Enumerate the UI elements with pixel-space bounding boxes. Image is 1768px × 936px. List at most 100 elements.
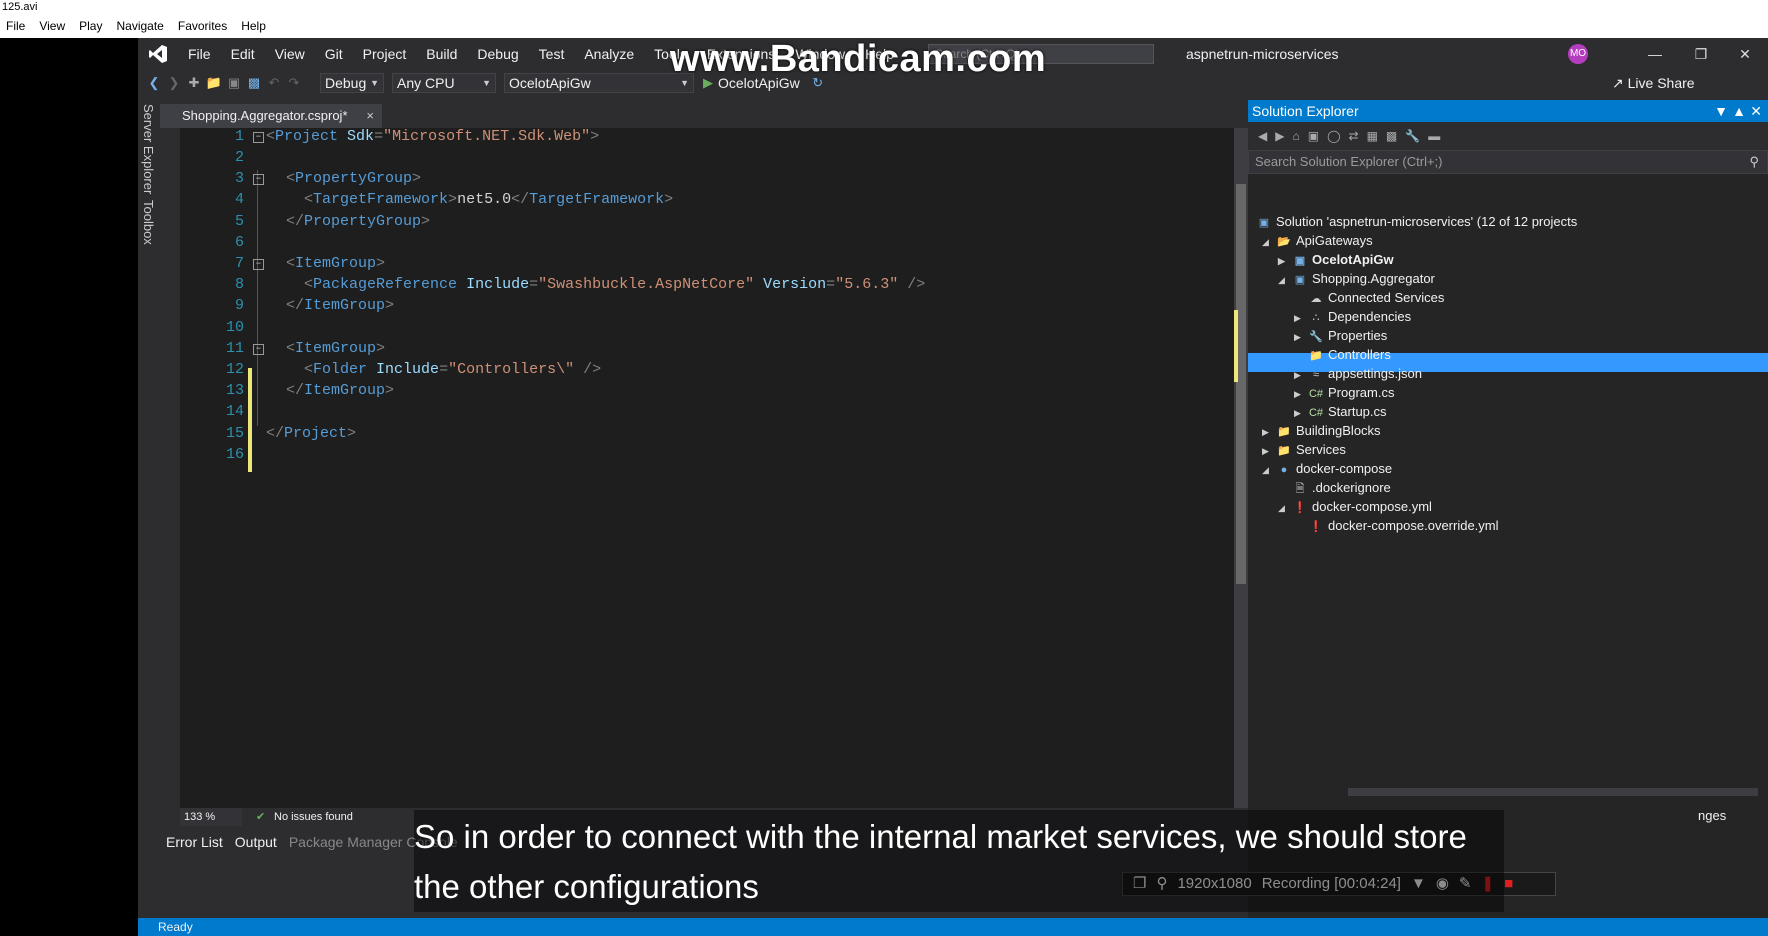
menu-edit[interactable]: Edit	[221, 46, 265, 62]
tree-node-dockerignore[interactable]: 🗎 .dockerignore	[1292, 478, 1391, 497]
tree-node-shopping-aggregator[interactable]: ◢ ▣ Shopping.Aggregator	[1278, 269, 1435, 288]
issues-indicator[interactable]: No issues found	[274, 808, 353, 826]
tree-node-label: BuildingBlocks	[1296, 423, 1381, 438]
editor-scrollbar[interactable]	[1234, 128, 1248, 808]
startup-project-select[interactable]: OcelotApiGw ▼	[504, 73, 694, 93]
solution-explorer-search-input[interactable]: Search Solution Explorer (Ctrl+;) ⚲	[1248, 150, 1768, 174]
tree-node-program-cs[interactable]: ▶ C# Program.cs	[1294, 383, 1394, 402]
code-line: <Project Sdk="Microsoft.NET.Sdk.Web">	[266, 128, 600, 145]
menu-analyze[interactable]: Analyze	[574, 46, 644, 62]
redo-icon[interactable]: ↷	[284, 75, 304, 91]
tree-node-startup-cs[interactable]: ▶ C# Startup.cs	[1294, 402, 1387, 421]
properties-icon[interactable]: 🔧	[1405, 129, 1420, 143]
back-icon[interactable]: ◀	[1258, 129, 1267, 143]
player-menu-view[interactable]: View	[33, 19, 73, 33]
home-icon[interactable]: ⌂	[1292, 129, 1299, 143]
output-tab[interactable]: Output	[229, 830, 283, 854]
preview-icon[interactable]: ▬	[1428, 129, 1440, 143]
close-tab-icon[interactable]: ×	[366, 104, 374, 128]
line-number: 5	[234, 213, 244, 230]
server-explorer-tab[interactable]: Server Explorer	[141, 104, 156, 194]
configuration-select[interactable]: Debug ▼	[320, 73, 384, 93]
menu-build[interactable]: Build	[416, 46, 467, 62]
player-menu-navigate[interactable]: Navigate	[110, 19, 171, 33]
player-menu-favorites[interactable]: Favorites	[172, 19, 235, 33]
auto-hide-icon[interactable]: ▲	[1732, 100, 1746, 122]
show-all-files-icon[interactable]: ▩	[1386, 129, 1397, 143]
expanded-arrow-icon[interactable]: ◢	[1278, 499, 1292, 518]
open-folder-icon[interactable]: 📁	[204, 75, 224, 91]
user-avatar[interactable]: MO	[1568, 44, 1588, 64]
fold-guide	[257, 170, 258, 426]
tree-node-buildingblocks[interactable]: ▶ 📁 BuildingBlocks	[1262, 421, 1381, 440]
player-menu-play[interactable]: Play	[73, 19, 110, 33]
menu-project[interactable]: Project	[353, 46, 417, 62]
horizontal-scrollbar[interactable]	[1348, 788, 1758, 796]
tree-node-label: Services	[1296, 442, 1346, 457]
forward-icon[interactable]: ❯	[164, 75, 184, 91]
partial-tab-label[interactable]: nges	[1698, 808, 1726, 823]
error-list-tab[interactable]: Error List	[160, 830, 229, 854]
web-project-icon: ▣	[1294, 274, 1306, 286]
collapsed-arrow-icon[interactable]: ▶	[1294, 328, 1308, 347]
minimize-button[interactable]: —	[1632, 38, 1678, 70]
fold-toggle[interactable]: −	[253, 174, 264, 185]
back-icon[interactable]: ❮	[144, 75, 164, 91]
menu-test[interactable]: Test	[529, 46, 575, 62]
line-number: 2	[234, 149, 244, 166]
fold-toggle[interactable]: −	[253, 132, 264, 143]
player-menu-bar: File View Play Navigate Favorites Help	[0, 14, 1768, 38]
toolbox-tab[interactable]: Toolbox	[141, 200, 156, 245]
sync-icon[interactable]: ⇄	[1349, 129, 1359, 143]
menu-view[interactable]: View	[265, 46, 315, 62]
restore-button[interactable]: ❐	[1678, 38, 1724, 70]
tree-node-docker-compose[interactable]: ◢ ● docker-compose	[1262, 459, 1392, 478]
menu-git[interactable]: Git	[315, 46, 353, 62]
fold-toggle[interactable]: −	[253, 344, 264, 355]
player-menu-file[interactable]: File	[0, 19, 33, 33]
undo-icon[interactable]: ↶	[264, 75, 284, 91]
tree-node-apigateways[interactable]: ◢ 📂 ApiGateways	[1262, 231, 1373, 250]
fold-toggle[interactable]: −	[253, 259, 264, 270]
close-button[interactable]: ✕	[1722, 38, 1768, 70]
scrollbar-thumb[interactable]	[1236, 184, 1246, 584]
tree-node-label: OcelotApiGw	[1312, 252, 1394, 267]
live-share-button[interactable]: ↗ Live Share	[1612, 70, 1695, 96]
player-menu-help[interactable]: Help	[235, 19, 274, 33]
bandicam-watermark: www.Bandicam.com	[670, 38, 1047, 80]
tree-node-docker-compose-override[interactable]: ❗ docker-compose.override.yml	[1308, 516, 1498, 535]
stop-icon[interactable]: ■	[1504, 873, 1513, 895]
save-all-icon[interactable]: ▩	[244, 75, 264, 91]
menu-debug[interactable]: Debug	[467, 46, 528, 62]
tree-node-dependencies[interactable]: ▶ ∴ Dependencies	[1294, 307, 1411, 326]
tree-node-properties[interactable]: ▶ 🔧 Properties	[1294, 326, 1387, 345]
tree-node-services[interactable]: ▶ 📁 Services	[1262, 440, 1346, 459]
line-number: 8	[234, 276, 244, 293]
expanded-arrow-icon[interactable]: ◢	[1262, 461, 1276, 480]
new-item-icon[interactable]: ✚	[184, 75, 204, 91]
expanded-arrow-icon[interactable]: ◢	[1262, 233, 1276, 252]
tree-node-connected-services[interactable]: ☁ Connected Services	[1308, 288, 1445, 307]
switch-views-icon[interactable]: ▣	[1308, 129, 1319, 143]
tree-node-ocelotapigw[interactable]: ▶ ▣ OcelotApiGw	[1278, 250, 1394, 269]
code-editor[interactable]: 1 2 3 4 5 6 7 8 9 10 11 12 13 14 15 16 −…	[180, 128, 1234, 808]
menu-file[interactable]: File	[178, 46, 221, 62]
code-line: <PropertyGroup>	[286, 170, 422, 187]
line-number: 3	[234, 170, 244, 187]
save-icon[interactable]: ▣	[224, 75, 244, 91]
platform-select[interactable]: Any CPU ▼	[392, 73, 496, 93]
solution-explorer-search-placeholder: Search Solution Explorer (Ctrl+;)	[1255, 154, 1443, 169]
pending-changes-filter-icon[interactable]: ◯	[1327, 129, 1340, 143]
tree-node-solution[interactable]: ▣ Solution 'aspnetrun-microservices' (12 …	[1256, 212, 1577, 231]
forward-icon[interactable]: ▶	[1275, 129, 1284, 143]
collapse-all-icon[interactable]: ▦	[1367, 129, 1378, 143]
close-panel-icon[interactable]: ✕	[1750, 100, 1762, 122]
search-icon[interactable]: ⚲	[1749, 151, 1759, 173]
tree-node-controllers[interactable]: 📁 Controllers	[1308, 345, 1391, 364]
document-tab[interactable]: Shopping.Aggregator.csproj* ×	[160, 104, 382, 128]
zoom-select[interactable]: 133 %	[180, 808, 242, 826]
pin-icon[interactable]: ▼	[1714, 100, 1728, 122]
expanded-arrow-icon[interactable]: ◢	[1278, 271, 1292, 290]
tree-node-docker-compose-yml[interactable]: ◢ ❗ docker-compose.yml	[1278, 497, 1432, 516]
tree-node-appsettings[interactable]: ▶ ≈ appsettings.json	[1294, 364, 1422, 383]
